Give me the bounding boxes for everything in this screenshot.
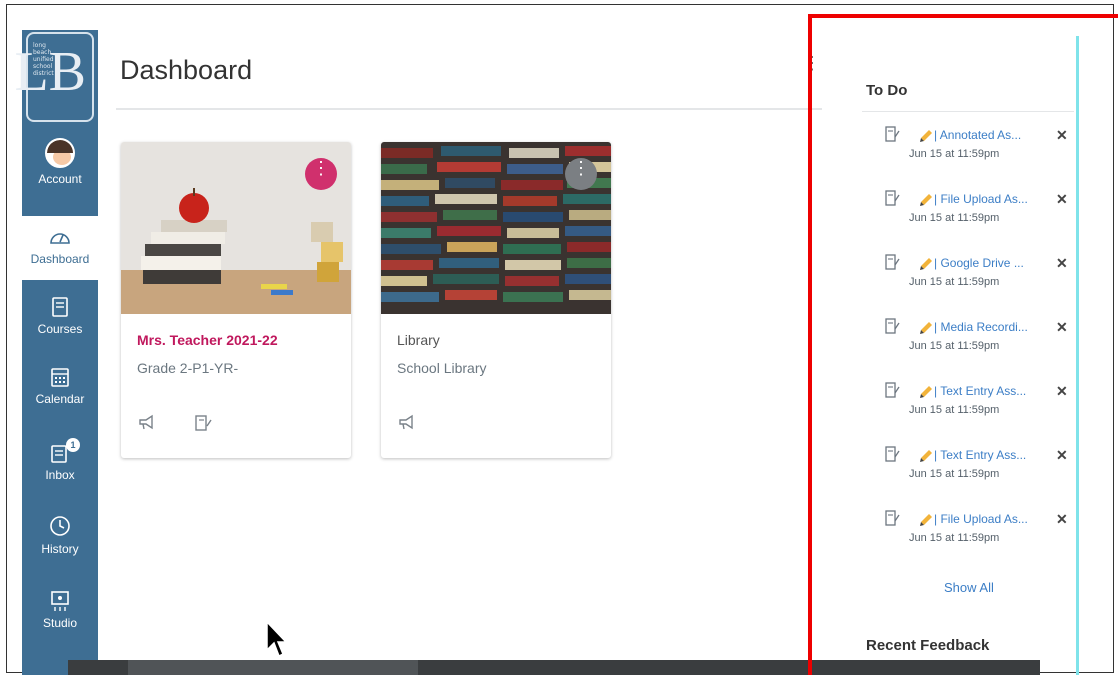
nav-label: Studio [42, 616, 78, 630]
assignments-icon[interactable] [193, 414, 213, 432]
course-title[interactable]: Mrs. Teacher 2021-22 [137, 332, 278, 348]
calendar-icon [51, 368, 69, 387]
nav-item-account[interactable]: Account [22, 138, 98, 186]
annotation-highlight-box [808, 14, 1118, 675]
course-title[interactable]: Library [397, 332, 440, 348]
nav-label: Dashboard [30, 252, 90, 266]
card-options-button[interactable]: ⋮ [565, 158, 597, 190]
video-progress [128, 660, 418, 675]
nav-label: Account [38, 172, 82, 186]
avatar [45, 138, 75, 168]
course-subtitle: Grade 2-P1-YR- [137, 360, 239, 376]
district-logo[interactable]: long beach unified school district LB [14, 32, 94, 122]
courses-icon [52, 297, 68, 317]
nav-item-courses[interactable]: Courses [22, 296, 98, 336]
dashboard-icon [50, 233, 70, 244]
global-nav: long beach unified school district LB Ac… [14, 30, 98, 675]
nav-label: Calendar [35, 392, 85, 406]
course-subtitle: School Library [397, 360, 487, 376]
nav-item-dashboard[interactable]: Dashboard [22, 216, 98, 280]
course-card-teacher[interactable]: ⋮ Mrs. Teacher 2021-22 Grade 2-P1-YR- [121, 142, 351, 458]
page-title: Dashboard [120, 55, 253, 85]
announcements-icon[interactable] [397, 414, 417, 432]
nav-item-history[interactable]: History [22, 514, 98, 556]
mouse-cursor-icon [266, 620, 287, 658]
nav-label: History [41, 542, 79, 556]
card-options-button[interactable]: ⋮ [305, 158, 337, 190]
announcements-icon[interactable] [137, 414, 157, 432]
inbox-badge: 1 [66, 438, 80, 452]
nav-label: Inbox [45, 468, 75, 482]
nav-item-inbox[interactable]: 1 Inbox [22, 438, 98, 482]
header-divider [116, 108, 822, 110]
course-card-library[interactable]: ⋮ Library School Library [381, 142, 611, 458]
logo-letter: LB [14, 41, 86, 103]
clock-icon [50, 516, 70, 536]
nav-item-calendar[interactable]: Calendar [22, 366, 98, 406]
nav-label: Courses [37, 322, 83, 336]
nav-item-studio[interactable]: Studio [22, 590, 98, 630]
studio-icon [51, 591, 69, 611]
